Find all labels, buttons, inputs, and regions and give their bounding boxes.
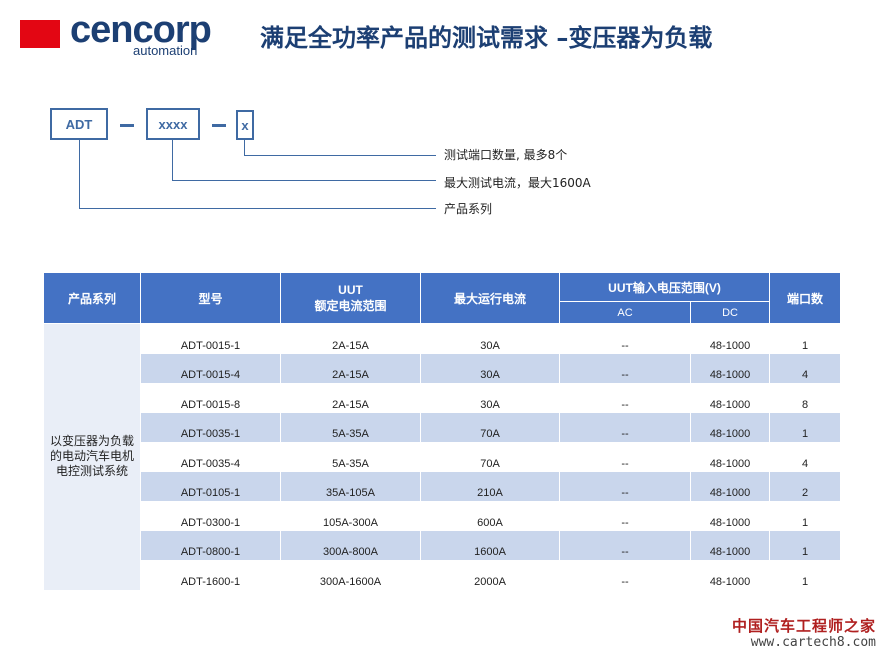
- series-text-line: 的电动汽车电机: [49, 449, 134, 464]
- leader-line-current: [172, 180, 436, 181]
- cell-ac: --: [559, 500, 691, 531]
- cell-model: ADT-0105-1: [140, 471, 281, 501]
- cell-ports: 1: [769, 412, 842, 442]
- cell-current: 5A-35A: [280, 441, 421, 472]
- cell-current: 300A-800A: [280, 530, 421, 560]
- cell-current: 2A-15A: [280, 353, 421, 383]
- cell-dc: 48-1000: [689, 530, 771, 560]
- note-max-current: 最大测试电流，最大1600A: [444, 176, 591, 190]
- cell-dc: 48-1000: [689, 382, 771, 413]
- leader-line-series: [79, 140, 80, 209]
- header-rated-current-line1: UUT: [338, 282, 363, 297]
- cell-current: 2A-15A: [280, 323, 421, 354]
- note-product-series: 产品系列: [444, 202, 493, 216]
- table-row: ADT-1600-1 300A-1600A 2000A -- 48-1000 1: [44, 559, 842, 590]
- leader-line-current: [172, 140, 173, 181]
- cell-dc: 48-1000: [689, 500, 771, 531]
- header-rated-current: UUT 额定电流范围: [280, 272, 421, 324]
- cell-model: ADT-0035-1: [140, 412, 281, 442]
- cell-model: ADT-0015-8: [140, 382, 281, 413]
- table-row: ADT-0015-4 2A-15A 30A -- 48-1000 4: [44, 353, 842, 383]
- code-separator-dash: [212, 124, 226, 127]
- cell-dc: 48-1000: [689, 471, 771, 501]
- watermark: 中国汽车工程师之家 www.cartech8.com: [732, 617, 876, 651]
- cell-dc: 48-1000: [689, 441, 771, 472]
- cell-ports: 1: [769, 530, 842, 560]
- cell-ports: 8: [769, 382, 842, 413]
- cell-ac: --: [559, 471, 691, 501]
- cell-current: 5A-35A: [280, 412, 421, 442]
- table-row: ADT-0035-4 5A-35A 70A -- 48-1000 4: [44, 441, 842, 472]
- cell-ac: --: [559, 559, 691, 590]
- code-separator-dash: [120, 124, 134, 127]
- watermark-cn: 中国汽车工程师之家: [731, 617, 876, 635]
- cell-model: ADT-0300-1: [140, 500, 281, 531]
- code-segment-current: xxxx: [146, 108, 200, 140]
- cell-ports: 4: [769, 441, 842, 472]
- model-code-diagram: ADT xxxx x 测试端口数量, 最多8个 最大测试电流，最大1600A 产…: [0, 0, 886, 260]
- watermark-url: www.cartech8.com: [750, 635, 876, 650]
- cell-model: ADT-0015-1: [140, 323, 281, 354]
- product-table: 产品系列 型号 UUT 额定电流范围 最大运行电流 UUT输入电压范围(V) 端…: [43, 272, 842, 590]
- header-dc: DC: [689, 301, 771, 324]
- cell-ac: --: [559, 323, 691, 354]
- code-segment-series: ADT: [50, 108, 108, 140]
- cell-current: 300A-1600A: [280, 559, 421, 590]
- cell-ports: 2: [769, 471, 842, 501]
- header-voltage-range: UUT输入电压范围(V): [558, 272, 771, 302]
- cell-max: 1600A: [420, 530, 560, 560]
- cell-ports: 1: [769, 323, 842, 354]
- cell-ac: --: [559, 353, 691, 383]
- cell-model: ADT-0800-1: [140, 530, 281, 560]
- cell-model: ADT-1600-1: [140, 559, 281, 590]
- table-row: ADT-0035-1 5A-35A 70A -- 48-1000 1: [44, 412, 842, 442]
- series-text-line: 电控测试系统: [55, 464, 128, 479]
- note-port-count: 测试端口数量, 最多8个: [444, 148, 568, 162]
- header-model: 型号: [140, 272, 281, 324]
- header-rated-current-line2: 额定电流范围: [314, 298, 387, 313]
- cell-current: 2A-15A: [280, 382, 421, 413]
- code-segment-ports: x: [236, 110, 254, 140]
- cell-max: 30A: [420, 353, 560, 383]
- table-row: ADT-0300-1 105A-300A 600A -- 48-1000 1: [44, 500, 842, 531]
- cell-current: 105A-300A: [280, 500, 421, 531]
- header-ports: 端口数: [769, 272, 842, 324]
- header-max-current: 最大运行电流: [420, 272, 560, 324]
- leader-line-ports: [244, 140, 245, 156]
- cell-max: 70A: [420, 412, 560, 442]
- cell-max: 210A: [420, 471, 560, 501]
- leader-line-series: [79, 208, 436, 209]
- table-row: ADT-0800-1 300A-800A 1600A -- 48-1000 1: [44, 530, 842, 560]
- series-text-line: 以变压器为负载: [49, 434, 134, 449]
- cell-dc: 48-1000: [689, 323, 771, 354]
- cell-model: ADT-0015-4: [140, 353, 281, 383]
- table-row: 以变压器为负载 的电动汽车电机 电控测试系统 ADT-0015-1 2A-15A…: [43, 323, 842, 590]
- leader-line-ports: [244, 155, 436, 156]
- header-series: 产品系列: [43, 272, 141, 324]
- cell-ac: --: [559, 412, 691, 442]
- series-description: 以变压器为负载 的电动汽车电机 电控测试系统: [43, 323, 141, 590]
- header-ac: AC: [559, 301, 691, 324]
- cell-dc: 48-1000: [689, 412, 771, 442]
- cell-max: 70A: [420, 441, 560, 472]
- cell-model: ADT-0035-4: [140, 441, 281, 472]
- cell-ports: 1: [769, 559, 842, 590]
- cell-max: 30A: [420, 382, 560, 413]
- cell-dc: 48-1000: [689, 353, 771, 383]
- cell-ac: --: [559, 382, 691, 413]
- cell-dc: 48-1000: [689, 559, 771, 590]
- table-row: ADT-0015-8 2A-15A 30A -- 48-1000 8: [44, 382, 842, 413]
- cell-max: 2000A: [420, 559, 560, 590]
- cell-ports: 4: [769, 353, 842, 383]
- cell-ac: --: [559, 441, 691, 472]
- cell-ac: --: [559, 530, 691, 560]
- cell-max: 30A: [420, 323, 560, 354]
- cell-ports: 1: [769, 500, 842, 531]
- cell-max: 600A: [420, 500, 560, 531]
- cell-current: 35A-105A: [280, 471, 421, 501]
- table-row: ADT-0105-1 35A-105A 210A -- 48-1000 2: [44, 471, 842, 501]
